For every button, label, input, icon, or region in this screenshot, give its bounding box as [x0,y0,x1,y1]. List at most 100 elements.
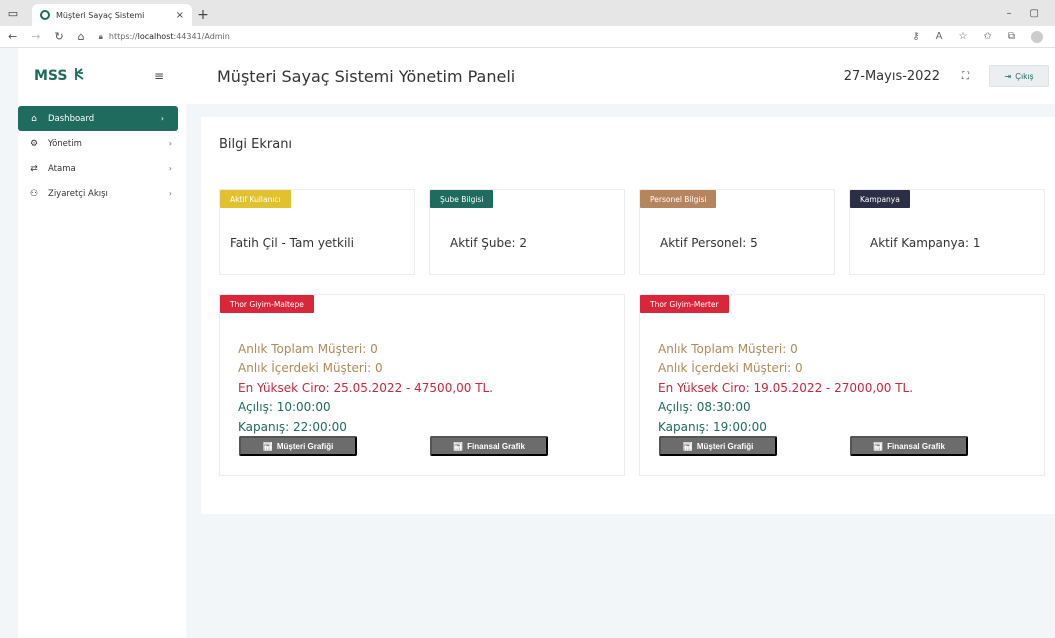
branch-details: Anlık Toplam Müşteri: 0 Anlık İçerdeki M… [238,340,493,437]
button-label: Finansal Grafik [467,441,525,451]
sidebar-item-label: Yönetim [48,138,82,149]
top-revenue: En Yüksek Ciro: 25.05.2022 - 47500,00 TL… [238,380,494,395]
url-prefix: https:// [108,32,138,41]
panel-title: Bilgi Ekranı [219,137,293,152]
stat-card-personnel: Personel Bilgisi Aktif Personel: 5 [639,189,835,275]
read-aloud-icon[interactable]: A [936,31,943,43]
url-path: :44341/Admin [173,32,230,41]
menu-toggle-icon[interactable]: ≡ [154,69,164,83]
brand-name: MSS [34,68,68,84]
sidebar-nav: ⌂ Dashboard › ⚙ Yönetim › ⇄ Atama › ⚇ Zi… [18,106,186,206]
maximize-icon[interactable]: ▢ [1030,8,1039,19]
branch-details: Anlık Toplam Müşteri: 0 Anlık İçerdeki M… [658,340,913,437]
stat-badge: Kampanya [850,190,910,208]
back-icon[interactable]: ← [8,30,17,43]
url-host: localhost [137,32,174,41]
button-label: Müşteri Grafiği [696,441,754,451]
top-bar-right: 27-Mayıs-2022 ⛶ ⇥ Çıkış [844,65,1055,87]
chart-icon: 📊︎ [453,441,464,451]
browser-window: ▭ Müşteri Sayaç Sistemi × + – ▢ ← → ↻ ⌂ … [0,0,1055,638]
stat-card-branch: Şube Bilgisi Aktif Şube: 2 [429,189,625,275]
minimize-icon[interactable]: – [1007,8,1012,19]
stat-value: Aktif Kampanya: 1 [870,236,981,250]
sidebar-item-yonetim[interactable]: ⚙ Yönetim › [18,131,186,156]
inside-customers: Anlık İçerdeki Müşteri: 0 [658,361,803,376]
branch-card-maltepe: Thor Giyim-Maltepe Anlık Toplam Müşteri:… [219,294,625,476]
brand: MSS ≡ [18,48,186,104]
stat-card-user: Aktif Kullanıcı Fatih Çil - Tam yetkili [219,189,415,275]
logout-label: Çıkış [1015,71,1034,81]
branch-badge: Thor Giyim-Merter [640,295,729,313]
chart-icon: 📊︎ [262,441,273,451]
sidebar-item-atama[interactable]: ⇄ Atama › [18,156,186,181]
inside-customers: Anlık İçerdeki Müşteri: 0 [238,361,383,376]
button-label: Finansal Grafik [887,441,945,451]
favorites-icon[interactable]: ✩ [983,31,991,43]
total-customers: Anlık Toplam Müşteri: 0 [658,342,798,356]
fullscreen-icon[interactable]: ⛶ [962,71,969,82]
branch-badge: Thor Giyim-Maltepe [220,295,314,313]
sidebar-item-label: Dashboard [48,113,95,124]
page-title: Müşteri Sayaç Sistemi Yönetim Paneli [217,66,516,86]
opening-time: Açılış: 10:00:00 [238,400,331,415]
opening-time: Açılış: 08:30:00 [658,400,751,415]
collections-icon[interactable]: ⧉ [1008,31,1015,43]
customer-chart-button[interactable]: 📊︎ Müşteri Grafiği [659,436,777,456]
button-label: Müşteri Grafiği [276,441,334,451]
top-revenue: En Yüksek Ciro: 19.05.2022 - 27000,00 TL… [658,380,914,395]
logout-icon: ⇥ [1004,71,1012,81]
finance-chart-button[interactable]: 📊︎ Finansal Grafik [850,436,968,456]
current-date: 27-Mayıs-2022 [843,68,940,84]
browser-toolbar: ⚷ A ☆ ✩ ⧉ [912,30,1047,43]
stat-card-campaign: Kampanya Aktif Kampanya: 1 [849,189,1045,275]
address-bar: ← → ↻ ⌂ 🔒︎ https://localhost:44341/Admin… [0,26,1055,48]
forward-icon[interactable]: → [31,30,40,43]
swap-icon: ⇄ [30,163,38,174]
favicon-icon [40,10,50,20]
sidebar-item-label: Atama [48,163,76,174]
customer-chart-button[interactable]: 📊︎ Müşteri Grafiği [239,436,357,456]
chart-icon: 📊︎ [682,441,693,451]
stat-badge: Şube Bilgisi [430,190,494,208]
profile-avatar[interactable] [1031,30,1043,43]
window-controls: – ▢ [1007,0,1055,26]
chevron-right-icon: › [168,139,172,148]
tab-title: Müşteri Sayaç Sistemi [56,10,145,20]
tab-actions-icon[interactable]: ▭ [0,0,26,26]
users-icon: ⚇ [29,188,39,199]
stat-badge: Aktif Kullanıcı [220,190,291,208]
stat-badge: Personel Bilgisi [640,190,717,208]
chart-icon: 📊︎ [873,441,884,451]
new-tab-button[interactable]: + [192,4,214,26]
favorites-add-icon[interactable]: ☆ [959,31,968,43]
closing-time: Kapanış: 22:00:00 [238,419,347,434]
home-browser-icon[interactable]: ⌂ [78,30,85,43]
key-icon[interactable]: ⚷ [912,31,919,43]
stat-value: Fatih Çil - Tam yetkili [230,236,354,250]
closing-time: Kapanış: 19:00:00 [658,419,767,434]
chevron-right-icon: › [168,164,172,173]
app-area: MSS ≡ ⌂ Dashboard › ⚙ Yönetim › ⇄ Atama … [0,48,1055,638]
gear-icon: ⚙ [29,138,39,149]
top-bar: Müşteri Sayaç Sistemi Yönetim Paneli 27-… [186,48,1055,104]
url-field[interactable]: 🔒︎ https://localhost:44341/Admin [99,32,230,42]
branch-card-merter: Thor Giyim-Merter Anlık Toplam Müşteri: … [639,294,1045,476]
tab-strip: ▭ Müşteri Sayaç Sistemi × + – ▢ [0,0,1055,26]
tab-close-icon[interactable]: × [176,10,184,21]
browser-tab[interactable]: Müşteri Sayaç Sistemi × [32,4,192,26]
logout-button[interactable]: ⇥ Çıkış [989,65,1049,87]
sidebar-item-label: Ziyaretçi Akışı [48,188,108,199]
sidebar-item-ziyaretci-akisi[interactable]: ⚇ Ziyaretçi Akışı › [18,181,186,206]
home-icon: ⌂ [31,113,37,124]
chevron-right-icon: › [160,114,164,123]
sidebar: MSS ≡ ⌂ Dashboard › ⚙ Yönetim › ⇄ Atama … [18,48,186,638]
stat-value: Aktif Şube: 2 [450,236,527,250]
lock-icon: 🔒︎ [98,31,103,41]
total-customers: Anlık Toplam Müşteri: 0 [238,342,378,356]
info-panel: Bilgi Ekranı Aktif Kullanıcı Fatih Çil -… [201,117,1055,514]
sidebar-item-dashboard[interactable]: ⌂ Dashboard › [18,106,178,131]
brand-logo[interactable]: MSS [34,67,85,85]
finance-chart-button[interactable]: 📊︎ Finansal Grafik [430,436,548,456]
chevron-right-icon: › [168,189,172,198]
refresh-icon[interactable]: ↻ [54,30,63,43]
